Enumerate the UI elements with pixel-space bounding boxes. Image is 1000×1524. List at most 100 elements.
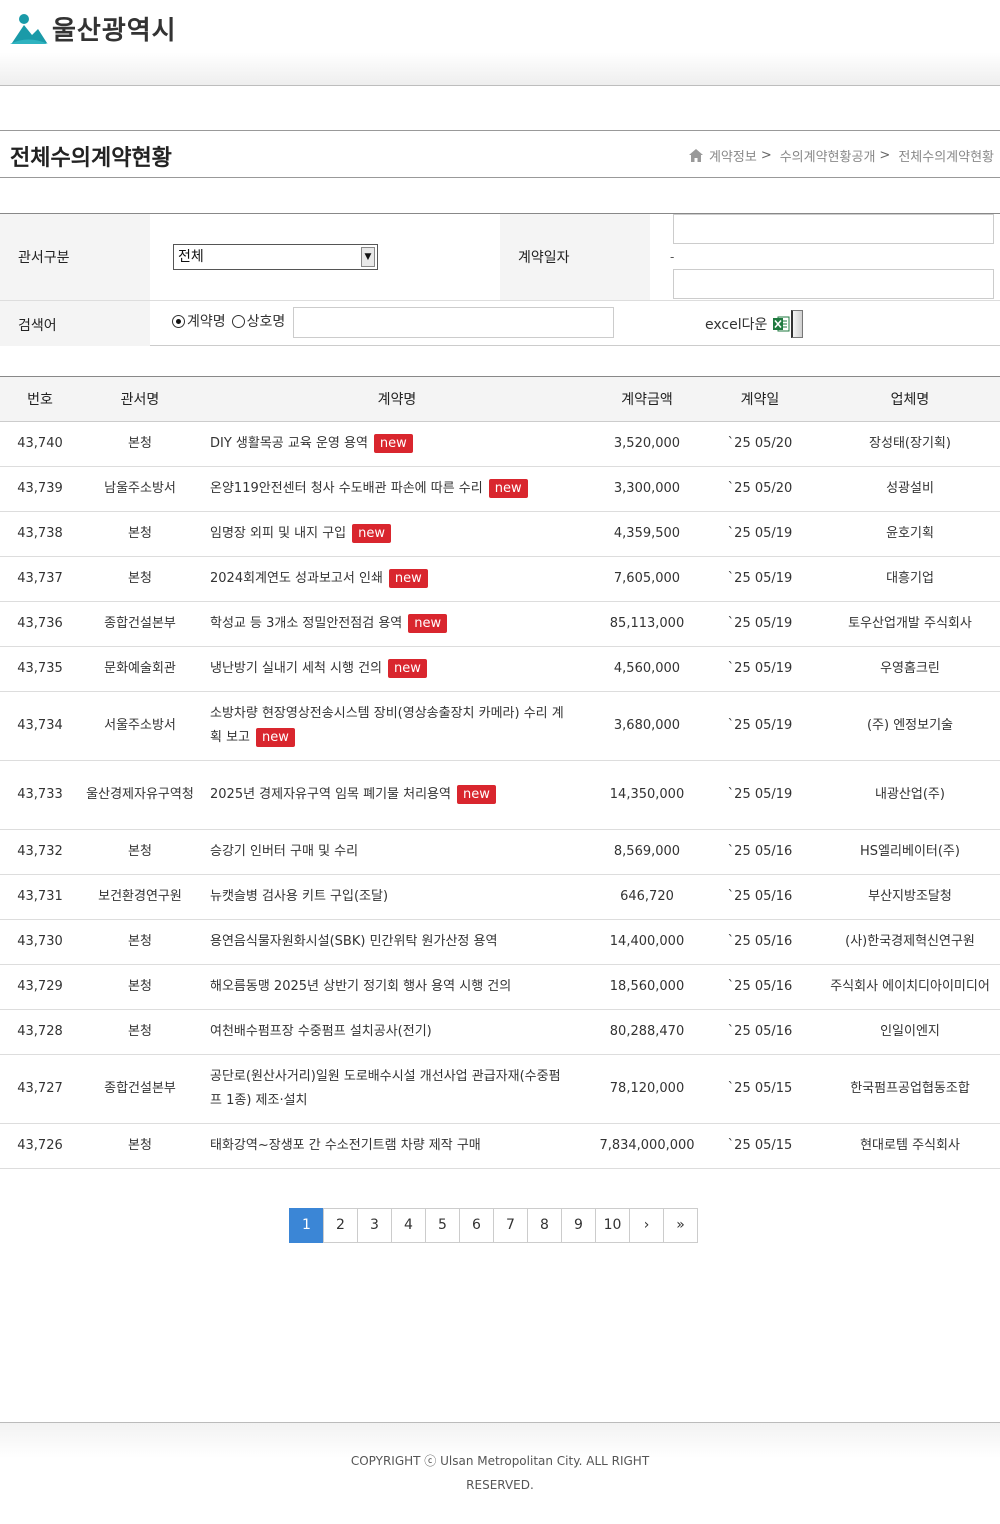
excel-download-label[interactable]: excel다운 [705, 314, 767, 334]
new-badge: new [488, 479, 528, 498]
cell-company: 내광산업(주) [820, 760, 1000, 830]
column-header-contract-name: 계약명 [200, 376, 594, 422]
new-badge: new [352, 524, 392, 543]
breadcrumb-item-private-contract[interactable]: 수의계약현황공개 [780, 146, 876, 165]
cell-dept: 문화예술회관 [80, 646, 200, 692]
cell-no: 43,731 [0, 874, 80, 920]
cell-no: 43,736 [0, 601, 80, 647]
table-row: 43,737 본청 2024회계연도 성과보고서 인쇄 new 7,605,000… [0, 556, 1000, 602]
contract-table: 번호 관서명 계약명 계약금액 계약일 업체명 43,740 본청 DIY 생활… [0, 376, 1000, 1169]
cell-dept: 본청 [80, 964, 200, 1010]
cell-contract-name: 승강기 인버터 구매 및 수리 [200, 829, 594, 875]
cell-amount: 85,113,000 [594, 601, 700, 647]
page-8-button[interactable]: 8 [527, 1208, 562, 1243]
contract-link[interactable]: 2025년 경제자유구역 임목 폐기물 처리용역 [210, 787, 451, 802]
excel-icon[interactable] [772, 315, 790, 333]
contract-link[interactable]: 온양119안전센터 청사 수도배관 파손에 따른 수리 [210, 481, 483, 496]
cell-no: 43,740 [0, 421, 80, 467]
cell-date: `25 05/16 [700, 919, 820, 965]
chevron-down-icon[interactable]: ▼ [361, 247, 375, 267]
radio-company-name-label[interactable]: 상호명 [247, 311, 286, 331]
breadcrumb-separator: > [760, 148, 772, 163]
radio-contract-name[interactable] [172, 314, 185, 328]
dept-select-value: 전체 [178, 249, 204, 265]
cell-contract-name: 공단로(원산사거리)일원 도로배수시설 개선사업 관급자재(수중펌프 1종) 제… [200, 1054, 594, 1124]
breadcrumb-item-contract-info[interactable]: 계약정보 [709, 146, 757, 165]
cell-date: `25 05/19 [700, 691, 820, 761]
contract-link[interactable]: 2024회계연도 성과보고서 인쇄 [210, 571, 383, 586]
cell-dept: 울산경제자유구역청 [80, 760, 200, 830]
cell-dept: 종합건설본부 [80, 1054, 200, 1124]
cell-amount: 4,560,000 [594, 646, 700, 692]
contract-link[interactable]: 냉난방기 실내기 세척 시행 건의 [210, 661, 382, 676]
contract-link[interactable]: 뉴캣슬병 검사용 키트 구입(조달) [210, 889, 388, 904]
page-9-button[interactable]: 9 [561, 1208, 596, 1243]
home-icon[interactable] [688, 149, 703, 162]
cell-no: 43,727 [0, 1054, 80, 1124]
page-1-button[interactable]: 1 [289, 1208, 324, 1243]
page-3-button[interactable]: 3 [357, 1208, 392, 1243]
last-page-icon[interactable]: » [663, 1208, 698, 1243]
breadcrumb-item-current[interactable]: 전체수의계약현황 [898, 146, 994, 165]
cell-contract-name: 냉난방기 실내기 세척 시행 건의 new [200, 646, 594, 692]
title-bar: 전체수의계약현황 계약정보 > 수의계약현황공개 > 전체수의계약현황 [0, 130, 1000, 178]
search-row-dept-date: 관서구분 전체 ▼ 계약일자 - [0, 214, 1000, 301]
cell-date: `25 05/19 [700, 760, 820, 830]
cell-dept: 본청 [80, 1123, 200, 1169]
cell-date: `25 05/16 [700, 1009, 820, 1055]
date-separator: - [670, 250, 675, 264]
table-row: 43,731 보건환경연구원 뉴캣슬병 검사용 키트 구입(조달) 646,72… [0, 874, 1000, 920]
start-date-input[interactable] [673, 214, 994, 244]
ulsan-logo-icon [10, 13, 48, 44]
dept-select[interactable]: 전체 ▼ [173, 244, 378, 270]
excel-button-edge[interactable] [791, 310, 804, 338]
cell-no: 43,732 [0, 829, 80, 875]
cell-amount: 4,359,500 [594, 511, 700, 557]
radio-contract-name-label[interactable]: 계약명 [187, 311, 226, 331]
cell-date: `25 05/15 [700, 1123, 820, 1169]
new-badge: new [408, 614, 448, 633]
contract-link[interactable]: 공단로(원산사거리)일원 도로배수시설 개선사업 관급자재(수중펌프 1종) 제… [210, 1069, 561, 1108]
excel-download-button[interactable]: excel다운 [705, 310, 804, 338]
page-7-button[interactable]: 7 [493, 1208, 528, 1243]
cell-company: (사)한국경제혁신연구원 [820, 919, 1000, 965]
cell-contract-name: 태화강역~장생포 간 수소전기트램 차량 제작 구매 [200, 1123, 594, 1169]
cell-dept: 본청 [80, 919, 200, 965]
page-10-button[interactable]: 10 [595, 1208, 630, 1243]
cell-dept: 본청 [80, 829, 200, 875]
keyword-input[interactable] [293, 307, 614, 338]
table-row: 43,726 본청 태화강역~장생포 간 수소전기트램 차량 제작 구매 7,8… [0, 1123, 1000, 1169]
next-page-icon[interactable]: › [629, 1208, 664, 1243]
page-5-button[interactable]: 5 [425, 1208, 460, 1243]
pagination: 1 2 3 4 5 6 7 8 9 10 › » [289, 1208, 698, 1243]
table-row: 43,730 본청 용연음식물자원화시설(SBK) 민간위탁 원가산정 용역 1… [0, 919, 1000, 965]
table-row: 43,739 남울주소방서 온양119안전센터 청사 수도배관 파손에 따른 수… [0, 466, 1000, 512]
contract-link[interactable]: 임명장 외피 및 내지 구입 [210, 526, 346, 541]
radio-company-name[interactable] [231, 314, 245, 328]
cell-contract-name: 용연음식물자원화시설(SBK) 민간위탁 원가산정 용역 [200, 919, 594, 965]
ulsan-logo[interactable]: 울산광역시 [10, 10, 177, 47]
contract-link[interactable]: 학성교 등 3개소 정밀안전점검 용역 [210, 616, 402, 631]
copyright-text: COPYRIGHT ⓒ Ulsan Metropolitan City. ALL… [350, 1454, 650, 1492]
contract-link[interactable]: 승강기 인버터 구매 및 수리 [210, 844, 358, 859]
cell-contract-name: DIY 생활목공 교육 운영 용역 new [200, 421, 594, 467]
page-4-button[interactable]: 4 [391, 1208, 426, 1243]
page-6-button[interactable]: 6 [459, 1208, 494, 1243]
page-2-button[interactable]: 2 [323, 1208, 358, 1243]
cell-contract-name: 뉴캣슬병 검사용 키트 구입(조달) [200, 874, 594, 920]
cell-date: `25 05/19 [700, 511, 820, 557]
contract-link[interactable]: 태화강역~장생포 간 수소전기트램 차량 제작 구매 [210, 1138, 481, 1153]
cell-amount: 80,288,470 [594, 1009, 700, 1055]
search-type-radio-group: 계약명 상호명 [172, 311, 291, 331]
contract-link[interactable]: 해오름동맹 2025년 상반기 정기회 행사 용역 시행 건의 [210, 979, 511, 994]
cell-no: 43,728 [0, 1009, 80, 1055]
end-date-input[interactable] [673, 269, 994, 299]
cell-amount: 14,400,000 [594, 919, 700, 965]
cell-company: 대흥기업 [820, 556, 1000, 602]
cell-company: (주) 엔정보기술 [820, 691, 1000, 761]
column-header-company: 업체명 [820, 376, 1000, 422]
contract-link[interactable]: DIY 생활목공 교육 운영 용역 [210, 436, 368, 451]
contract-link[interactable]: 용연음식물자원화시설(SBK) 민간위탁 원가산정 용역 [210, 934, 497, 949]
cell-contract-name: 온양119안전센터 청사 수도배관 파손에 따른 수리 new [200, 466, 594, 512]
contract-link[interactable]: 여천배수펌프장 수중펌프 설치공사(전기) [210, 1024, 432, 1039]
